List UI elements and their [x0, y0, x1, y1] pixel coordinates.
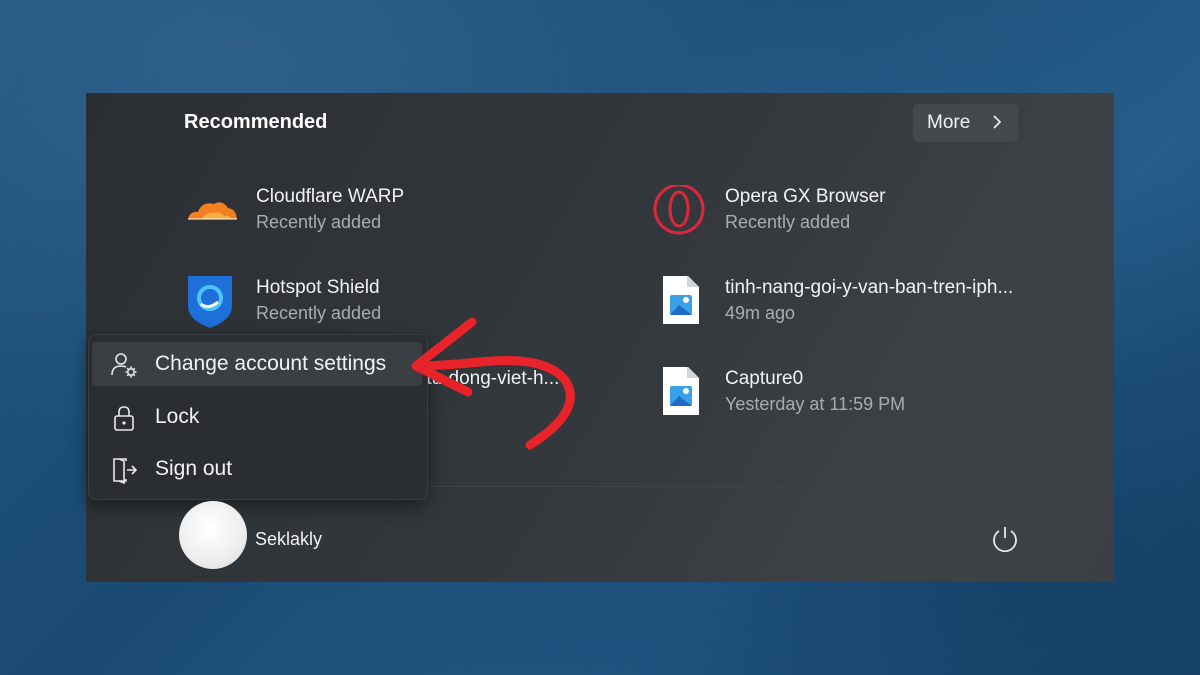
menu-item-change-account-settings[interactable]: Change account settings	[92, 342, 422, 386]
cloudflare-icon	[188, 202, 237, 220]
item-subtitle: Recently added	[256, 303, 382, 323]
menu-item-sign-out[interactable]: Sign out	[92, 447, 422, 491]
image-file-icon	[663, 276, 699, 324]
item-name: Hotspot Shield	[256, 277, 380, 298]
recommended-title: Recommended	[184, 111, 328, 133]
menu-item-lock[interactable]: Lock	[92, 395, 422, 439]
item-name: Capture0	[725, 368, 804, 389]
more-button[interactable]: More	[913, 104, 1018, 142]
chevron-right-icon	[993, 115, 1002, 129]
account-menu: Change account settings Lock Sign out	[88, 334, 428, 500]
item-subtitle: Yesterday at 11:59 PM	[725, 394, 906, 414]
hotspot-shield-icon	[188, 276, 232, 328]
item-subtitle: Recently added	[725, 212, 851, 232]
menu-item-label: Sign out	[155, 457, 233, 480]
lock-icon	[114, 406, 134, 431]
menu-item-label: Change account settings	[155, 352, 387, 375]
menu-item-label: Lock	[155, 405, 200, 428]
avatar[interactable]	[179, 501, 247, 569]
user-name[interactable]: Seklakly	[255, 529, 322, 550]
opera-gx-icon	[653, 185, 705, 235]
annotation-arrow	[411, 317, 575, 450]
recommended-item-cloudflare-warp[interactable]: Cloudflare WARP Recently added	[184, 185, 504, 245]
recommended-item-tinh-nang-file[interactable]: tinh-nang-goi-y-van-ban-tren-iph... 49m …	[653, 276, 1073, 336]
recommended-item-capture0[interactable]: Capture0 Yesterday at 11:59 PM	[653, 367, 1013, 427]
item-subtitle: Recently added	[256, 212, 382, 232]
power-icon[interactable]	[990, 524, 1020, 554]
item-subtitle: 49m ago	[725, 303, 796, 323]
more-button-label: More	[927, 112, 971, 133]
item-name: Cloudflare WARP	[256, 186, 405, 207]
sign-out-icon	[113, 458, 138, 484]
recommended-item-opera-gx[interactable]: Opera GX Browser Recently added	[653, 185, 1013, 245]
item-name: tinh-nang-goi-y-van-ban-tren-iph...	[725, 277, 1014, 298]
item-name: Opera GX Browser	[725, 186, 886, 207]
image-file-icon	[663, 367, 699, 415]
account-settings-icon	[111, 353, 137, 378]
